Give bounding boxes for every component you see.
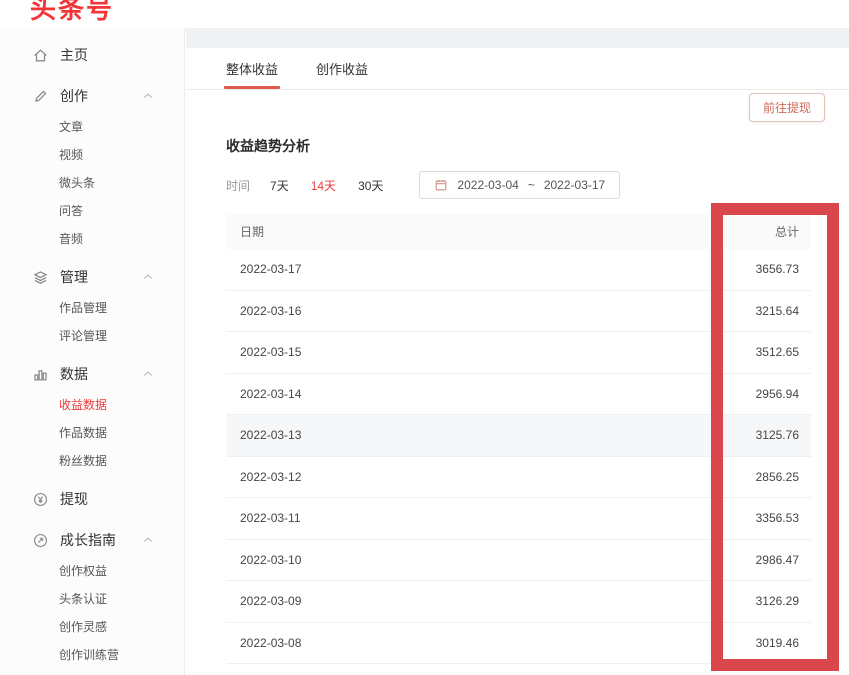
filter-7days[interactable]: 7天 xyxy=(270,177,289,194)
cell-total: 3215.64 xyxy=(641,304,811,318)
sidebar-item-qa[interactable]: 问答 xyxy=(0,198,184,222)
sidebar-item-label: 提现 xyxy=(60,489,88,509)
active-tab-underline xyxy=(224,86,280,89)
cell-total: 2856.25 xyxy=(641,470,811,484)
sidebar-item-audio[interactable]: 音频 xyxy=(0,226,184,250)
table-row: 2022-03-16 3215.64 xyxy=(226,291,811,333)
table-row: 2022-03-17 3656.73 xyxy=(226,249,811,291)
revenue-table: 日期 总计 2022-03-17 3656.73 2022-03-16 3215… xyxy=(226,213,811,664)
sidebar-item-certification[interactable]: 头条认证 xyxy=(0,586,184,610)
table-row: 2022-03-14 2956.94 xyxy=(226,374,811,416)
chevron-up-icon[interactable] xyxy=(142,271,154,283)
sidebar-item-revenue-data[interactable]: 收益数据 xyxy=(0,392,184,416)
main-content: 整体收益 创作收益 前往提现 收益趋势分析 时间 7天 14天 30天 2022… xyxy=(186,28,849,675)
cell-date: 2022-03-15 xyxy=(226,345,641,359)
sidebar-item-withdraw[interactable]: 提现 xyxy=(0,485,184,513)
sidebar-item-comment-manage[interactable]: 评论管理 xyxy=(0,323,184,347)
table-row: 2022-03-11 3356.53 xyxy=(226,498,811,540)
tab-creation-revenue[interactable]: 创作收益 xyxy=(316,48,368,89)
date-range-picker[interactable]: 2022-03-04 ~ 2022-03-17 xyxy=(419,171,620,199)
sidebar-item-articles[interactable]: 文章 xyxy=(0,114,184,138)
sidebar-item-home[interactable]: 主页 xyxy=(0,41,184,69)
cell-total: 3512.65 xyxy=(641,345,811,359)
cell-total: 3019.46 xyxy=(641,636,811,650)
cell-total: 3356.53 xyxy=(641,511,811,525)
column-header-total: 总计 xyxy=(641,223,811,240)
cell-date: 2022-03-08 xyxy=(226,636,641,650)
date-range-separator: ~ xyxy=(528,178,535,192)
date-range-start: 2022-03-04 xyxy=(457,178,518,192)
chevron-up-icon[interactable] xyxy=(142,534,154,546)
sidebar-item-label: 管理 xyxy=(60,267,88,287)
toolbar: 前往提现 xyxy=(186,90,849,120)
cell-total: 3125.76 xyxy=(641,428,811,442)
toutiao-logo: 头条号 xyxy=(30,0,114,26)
revenue-tabbar: 整体收益 创作收益 xyxy=(186,48,849,90)
go-withdraw-button[interactable]: 前往提现 xyxy=(749,93,825,122)
sidebar-item-content-data[interactable]: 作品数据 xyxy=(0,420,184,444)
cell-total: 3656.73 xyxy=(641,262,811,276)
tab-label: 创作收益 xyxy=(316,59,368,78)
sidebar-item-growth-guide[interactable]: 成长指南 xyxy=(0,526,184,554)
cell-date: 2022-03-13 xyxy=(226,428,641,442)
sidebar-item-inspiration[interactable]: 创作灵感 xyxy=(0,614,184,638)
sidebar-item-fans-data[interactable]: 粉丝数据 xyxy=(0,448,184,472)
cell-total: 3126.29 xyxy=(641,594,811,608)
top-gray-band xyxy=(186,28,849,48)
money-icon xyxy=(32,491,49,508)
sidebar-item-label: 数据 xyxy=(60,364,88,384)
chevron-up-icon[interactable] xyxy=(142,90,154,102)
chevron-up-icon[interactable] xyxy=(142,368,154,380)
table-row: 2022-03-12 2856.25 xyxy=(226,457,811,499)
sidebar-item-microheadlines[interactable]: 微头条 xyxy=(0,170,184,194)
filter-30days[interactable]: 30天 xyxy=(358,177,383,194)
sidebar-item-label: 成长指南 xyxy=(60,530,116,550)
cell-date: 2022-03-12 xyxy=(226,470,641,484)
table-header-row: 日期 总计 xyxy=(226,213,811,249)
sidebar-item-training-camp[interactable]: 创作训练营 xyxy=(0,642,184,666)
sidebar-item-videos[interactable]: 视频 xyxy=(0,142,184,166)
sidebar: 主页 创作 文章 视频 微头条 问答 音频 管理 作品管理 评论管理 数据 收益… xyxy=(0,28,185,675)
sidebar-item-creator-rights[interactable]: 创作权益 xyxy=(0,558,184,582)
table-row: 2022-03-09 3126.29 xyxy=(226,581,811,623)
cell-date: 2022-03-17 xyxy=(226,262,641,276)
app-header: 头条号 xyxy=(0,0,849,28)
compass-icon xyxy=(32,532,49,549)
sidebar-item-label: 创作 xyxy=(60,86,88,106)
cell-total: 2956.94 xyxy=(641,387,811,401)
time-filter-row: 时间 7天 14天 30天 2022-03-04 ~ 2022-03-17 xyxy=(226,171,849,199)
filter-14days[interactable]: 14天 xyxy=(311,177,336,194)
cell-date: 2022-03-09 xyxy=(226,594,641,608)
cell-date: 2022-03-16 xyxy=(226,304,641,318)
date-range-end: 2022-03-17 xyxy=(544,178,605,192)
cell-date: 2022-03-11 xyxy=(226,511,641,525)
column-header-date: 日期 xyxy=(226,223,641,240)
table-row: 2022-03-15 3512.65 xyxy=(226,332,811,374)
sidebar-item-create[interactable]: 创作 xyxy=(0,82,184,110)
cell-date: 2022-03-10 xyxy=(226,553,641,567)
tab-label: 整体收益 xyxy=(226,59,278,78)
section-title: 收益趋势分析 xyxy=(226,136,849,156)
pencil-icon xyxy=(32,88,49,105)
sidebar-item-label: 主页 xyxy=(60,45,88,65)
cell-date: 2022-03-14 xyxy=(226,387,641,401)
home-icon xyxy=(32,47,49,64)
bar-chart-icon xyxy=(32,366,49,383)
sidebar-item-data[interactable]: 数据 xyxy=(0,360,184,388)
sidebar-item-content-manage[interactable]: 作品管理 xyxy=(0,295,184,319)
calendar-icon xyxy=(434,178,448,192)
table-row: 2022-03-08 3019.46 xyxy=(226,623,811,665)
table-row: 2022-03-13 3125.76 xyxy=(226,415,811,457)
cell-total: 2986.47 xyxy=(641,553,811,567)
table-row: 2022-03-10 2986.47 xyxy=(226,540,811,582)
layers-icon xyxy=(32,269,49,286)
sidebar-item-manage[interactable]: 管理 xyxy=(0,263,184,291)
time-filter-label: 时间 xyxy=(226,177,250,194)
tab-overall-revenue[interactable]: 整体收益 xyxy=(226,48,278,89)
